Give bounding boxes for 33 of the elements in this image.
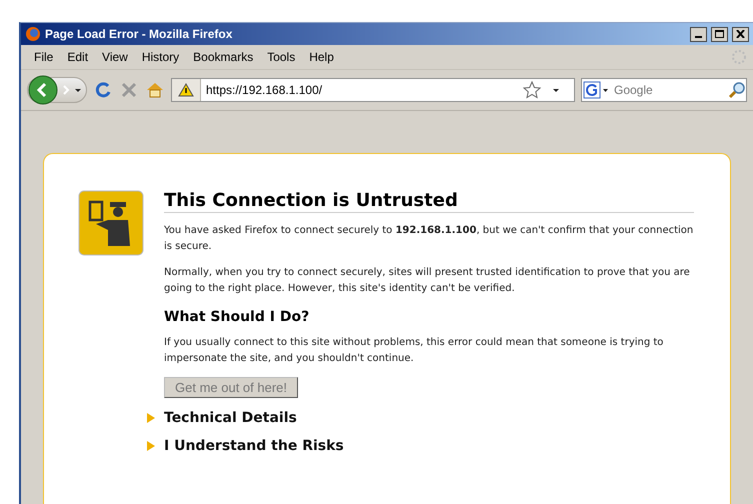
maximize-button[interactable]: [711, 26, 728, 42]
menu-item[interactable]: Help: [302, 48, 341, 66]
expander-link[interactable]: Technical Details: [164, 410, 297, 426]
menu-item[interactable]: Tools: [260, 48, 302, 66]
throbber-icon: [731, 49, 747, 65]
search-bar[interactable]: Google: [581, 78, 747, 102]
search-icon[interactable]: [728, 81, 746, 99]
paragraph: If you usually connect to this site without problems, this error could mean that someone is trying to impersonate the site, and you shouldn't continue.: [164, 336, 664, 366]
maximize-icon: [715, 30, 724, 38]
menu-item[interactable]: Bookmarks: [186, 48, 260, 66]
expander-link[interactable]: I Understand the Risks: [164, 438, 344, 454]
close-icon: [736, 30, 745, 38]
back-button-icon[interactable]: [28, 75, 58, 105]
window-title: Page Load Error - Mozilla Firefox: [45, 27, 234, 41]
minimize-button[interactable]: [690, 26, 707, 42]
menu-item[interactable]: View: [95, 48, 135, 66]
paragraph: You have asked Firefox to connect securely to 192.168.1.100, but we can't confirm that your connection is secure.: [164, 224, 694, 254]
menu-item[interactable]: Edit: [60, 48, 96, 66]
star-icon[interactable]: [522, 80, 542, 100]
reload-icon[interactable]: [93, 80, 113, 100]
warning-icon: [178, 83, 194, 97]
menu-item[interactable]: File: [27, 48, 60, 66]
address-field[interactable]: https://192.168.1.100/: [171, 78, 575, 102]
search-engine-icon[interactable]: [582, 80, 610, 100]
dropdown-icon[interactable]: [552, 86, 560, 94]
section-heading: What Should I Do?: [164, 309, 310, 325]
paragraph: Normally, when you try to connect securely, sites will present trusted identification to prove that you are going to the right place. However, this site's identity can't be verified.: [164, 266, 691, 296]
page-heading: This Connection is Untrusted: [164, 190, 694, 213]
home-icon[interactable]: [145, 80, 165, 100]
dropdown-icon[interactable]: [74, 86, 82, 94]
menu-item[interactable]: History: [134, 48, 186, 66]
security-officer-icon: [78, 190, 144, 256]
close-button[interactable]: [732, 26, 749, 42]
